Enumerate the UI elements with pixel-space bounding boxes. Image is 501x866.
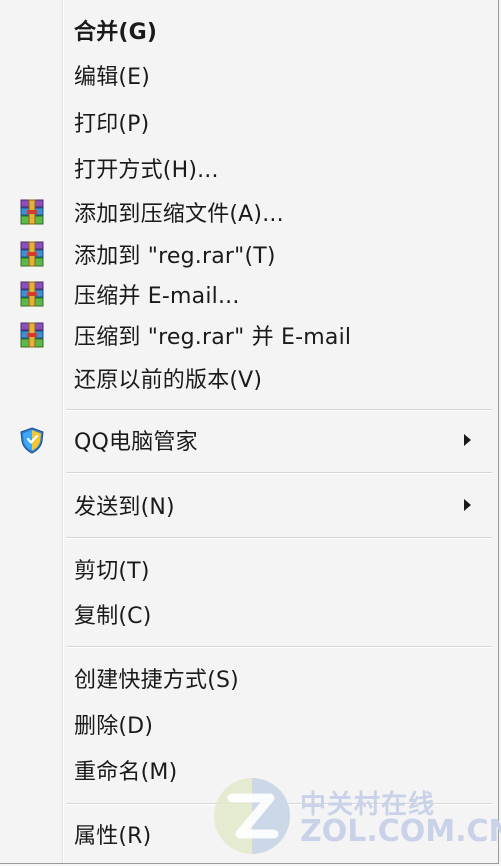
menu-item-copy[interactable]: 复制(C) [0, 592, 498, 636]
menu-separator [66, 472, 492, 474]
winrar-icon [20, 281, 44, 307]
menu-item-label: 编辑(E) [74, 65, 151, 90]
menu-item-label: 打开方式(H)... [74, 158, 219, 183]
menu-item-label: 添加到 "reg.rar"(T) [74, 244, 276, 269]
menu-item-print[interactable]: 打印(P) [0, 100, 498, 144]
menu-item-rename[interactable]: 重命名(M) [0, 748, 498, 792]
context-menu: 合并(G) 编辑(E) 打印(P) 打开方式(H)... 添加到压缩文件(A).… [0, 0, 499, 864]
winrar-icon [20, 241, 44, 267]
menu-item-properties[interactable]: 属性(R) [0, 812, 498, 856]
menu-separator [66, 537, 492, 539]
qq-guard-shield-icon [20, 427, 44, 454]
menu-item-restore-previous-versions[interactable]: 还原以前的版本(V) [0, 356, 498, 400]
menu-item-open-with[interactable]: 打开方式(H)... [0, 146, 498, 190]
winrar-icon [20, 322, 44, 348]
menu-item-add-to-archive[interactable]: 添加到压缩文件(A)... [0, 190, 498, 234]
menu-item-send-to[interactable]: 发送到(N) [0, 483, 498, 527]
menu-item-merge[interactable]: 合并(G) [0, 8, 498, 52]
menu-item-label: 压缩到 "reg.rar" 并 E-mail [74, 325, 352, 350]
menu-item-label: 复制(C) [74, 604, 152, 629]
menu-item-label: 创建快捷方式(S) [74, 668, 239, 693]
menu-item-label: 合并(G) [74, 20, 158, 45]
menu-item-delete[interactable]: 删除(D) [0, 702, 498, 746]
menu-item-edit[interactable]: 编辑(E) [0, 53, 498, 97]
menu-item-create-shortcut[interactable]: 创建快捷方式(S) [0, 656, 498, 700]
submenu-arrow-icon [464, 499, 471, 511]
menu-item-label: 剪切(T) [74, 559, 150, 584]
menu-item-label: 还原以前的版本(V) [74, 368, 263, 393]
menu-item-compress-and-email[interactable]: 压缩并 E-mail... [0, 272, 498, 316]
menu-item-label: 删除(D) [74, 714, 154, 739]
menu-item-qq-pc-manager[interactable]: QQ电脑管家 [0, 418, 498, 462]
winrar-icon [20, 199, 44, 225]
submenu-arrow-icon [464, 434, 471, 446]
menu-item-cut[interactable]: 剪切(T) [0, 547, 498, 591]
menu-separator [66, 409, 492, 411]
menu-item-add-to-reg-rar[interactable]: 添加到 "reg.rar"(T) [0, 232, 498, 276]
menu-item-compress-to-reg-rar-and-email[interactable]: 压缩到 "reg.rar" 并 E-mail [0, 313, 498, 357]
menu-item-label: QQ电脑管家 [74, 430, 198, 455]
menu-item-label: 重命名(M) [74, 760, 178, 785]
menu-item-label: 压缩并 E-mail... [74, 284, 240, 309]
menu-separator [66, 803, 492, 805]
menu-separator [66, 646, 492, 648]
menu-item-label: 打印(P) [74, 112, 150, 137]
menu-item-label: 属性(R) [74, 824, 152, 849]
menu-item-label: 添加到压缩文件(A)... [74, 202, 284, 227]
menu-item-label: 发送到(N) [74, 495, 175, 520]
